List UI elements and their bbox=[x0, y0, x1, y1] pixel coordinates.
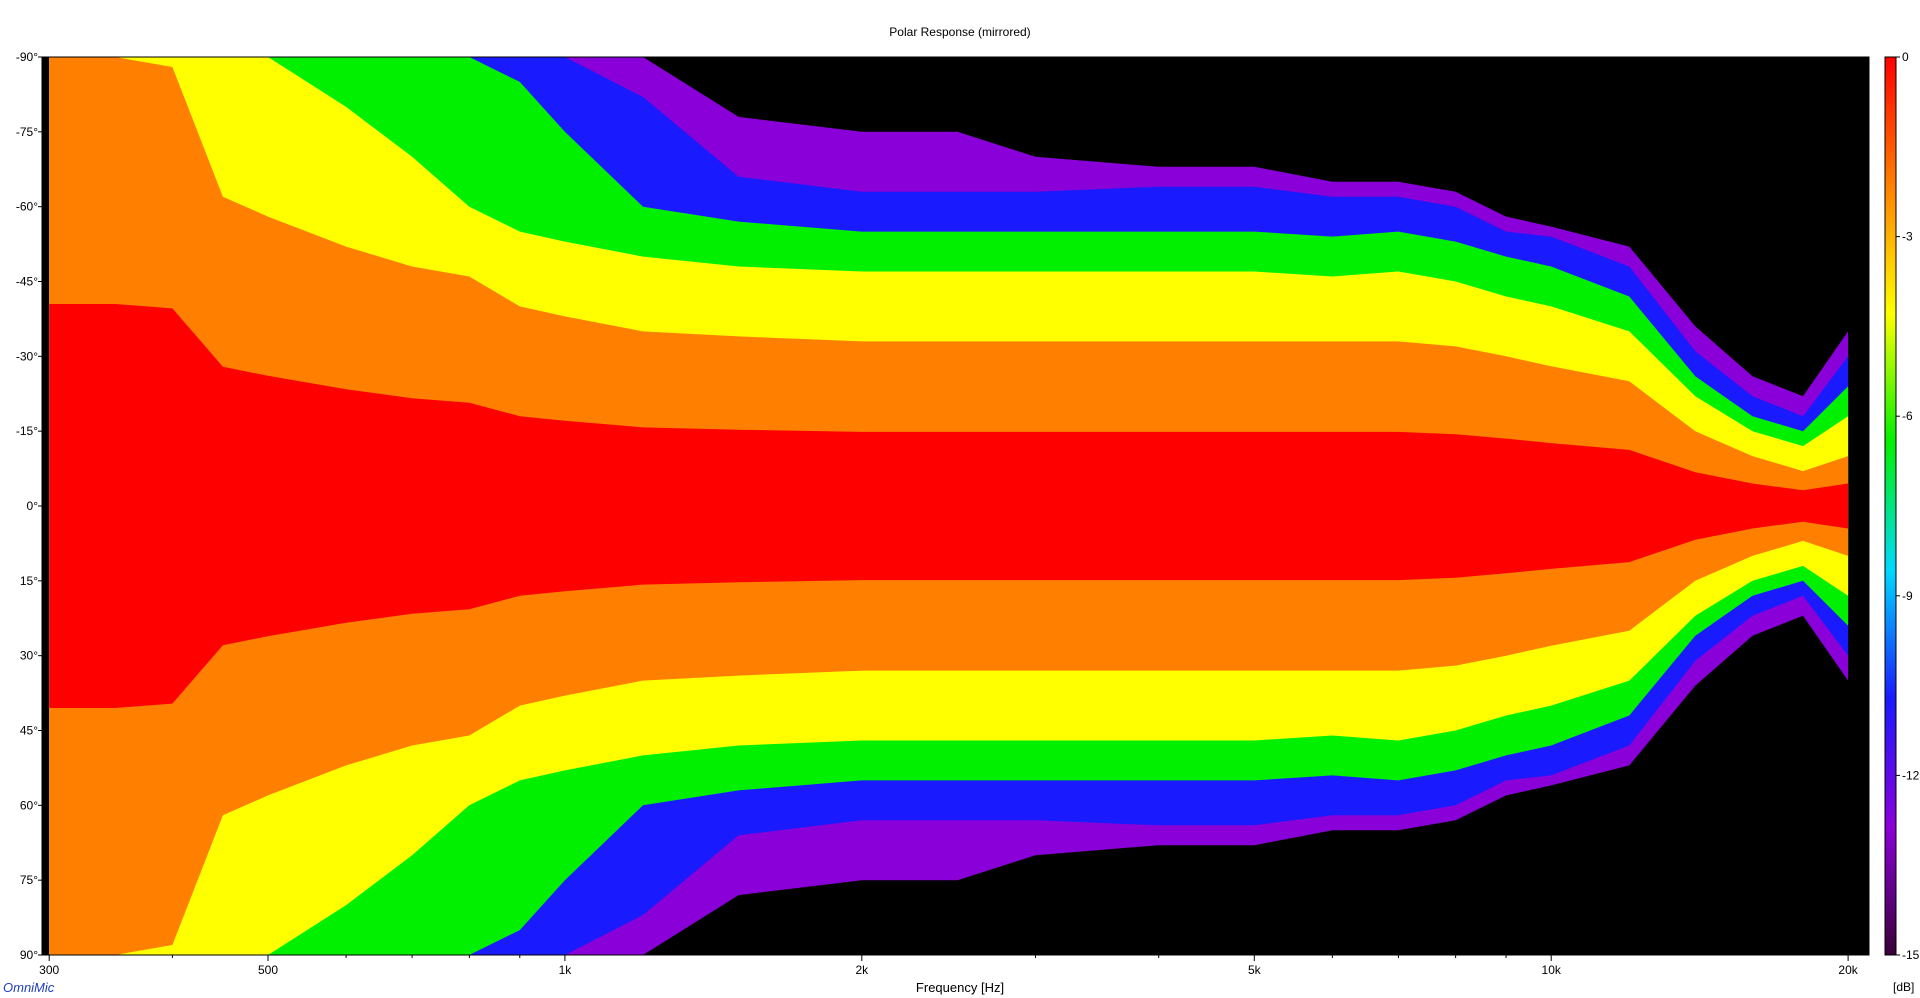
x-tick-label: 2k bbox=[855, 963, 869, 977]
colorbar-ticks: 0 -3 -6 -9 -12 -15 bbox=[1896, 50, 1920, 962]
colorbar-tick-label: 0 bbox=[1902, 50, 1909, 64]
colorbar: 0 -3 -6 -9 -12 -15 bbox=[1884, 50, 1920, 962]
y-tick-label: -90° bbox=[16, 50, 38, 64]
y-tick-label: 15° bbox=[20, 574, 38, 588]
x-axis: 300 500 1k 2k 5k 10k 20k bbox=[39, 955, 1859, 977]
colorbar-gradient bbox=[1884, 56, 1897, 956]
x-tick-label: 1k bbox=[559, 963, 573, 977]
colorbar-tick-label: -15 bbox=[1902, 948, 1920, 962]
y-tick-label: 75° bbox=[20, 873, 38, 887]
colorbar-tick-label: -3 bbox=[1902, 230, 1913, 244]
y-axis: -90° -75° -60° -45° -30° -15° 0° 15° 30° 45° 60° 75… bbox=[16, 50, 42, 962]
y-tick-label: 0° bbox=[27, 499, 39, 513]
x-tick-label: 300 bbox=[39, 963, 59, 977]
y-tick-label: -15° bbox=[16, 424, 38, 438]
y-tick-label: -75° bbox=[16, 125, 38, 139]
y-tick-label: -30° bbox=[16, 349, 38, 363]
colorbar-tick-label: -9 bbox=[1902, 589, 1913, 603]
y-tick-label: 45° bbox=[20, 724, 38, 738]
y-tick-label: -60° bbox=[16, 200, 38, 214]
y-tick-label: -45° bbox=[16, 275, 38, 289]
y-tick-label: 30° bbox=[20, 649, 38, 663]
y-tick-label: 60° bbox=[20, 798, 38, 812]
polar-heatmap-chart: 300 500 1k 2k 5k 10k 20k -90°-75°-60°-45°-30°-… bbox=[16, 50, 1920, 977]
colorbar-tick-label: -6 bbox=[1902, 409, 1913, 423]
x-tick-label: 5k bbox=[1248, 963, 1262, 977]
x-axis-label: Frequency [Hz] bbox=[915, 980, 1005, 995]
x-tick-label: 10k bbox=[1542, 963, 1562, 977]
brand-label: OmniMic bbox=[3, 980, 55, 995]
colorbar-tick-label: -12 bbox=[1902, 768, 1920, 782]
x-tick-label: 20k bbox=[1838, 963, 1858, 977]
x-tick-label: 500 bbox=[258, 963, 278, 977]
y-tick-label: 90° bbox=[20, 948, 38, 962]
colorbar-unit-label: [dB] bbox=[1893, 980, 1915, 994]
